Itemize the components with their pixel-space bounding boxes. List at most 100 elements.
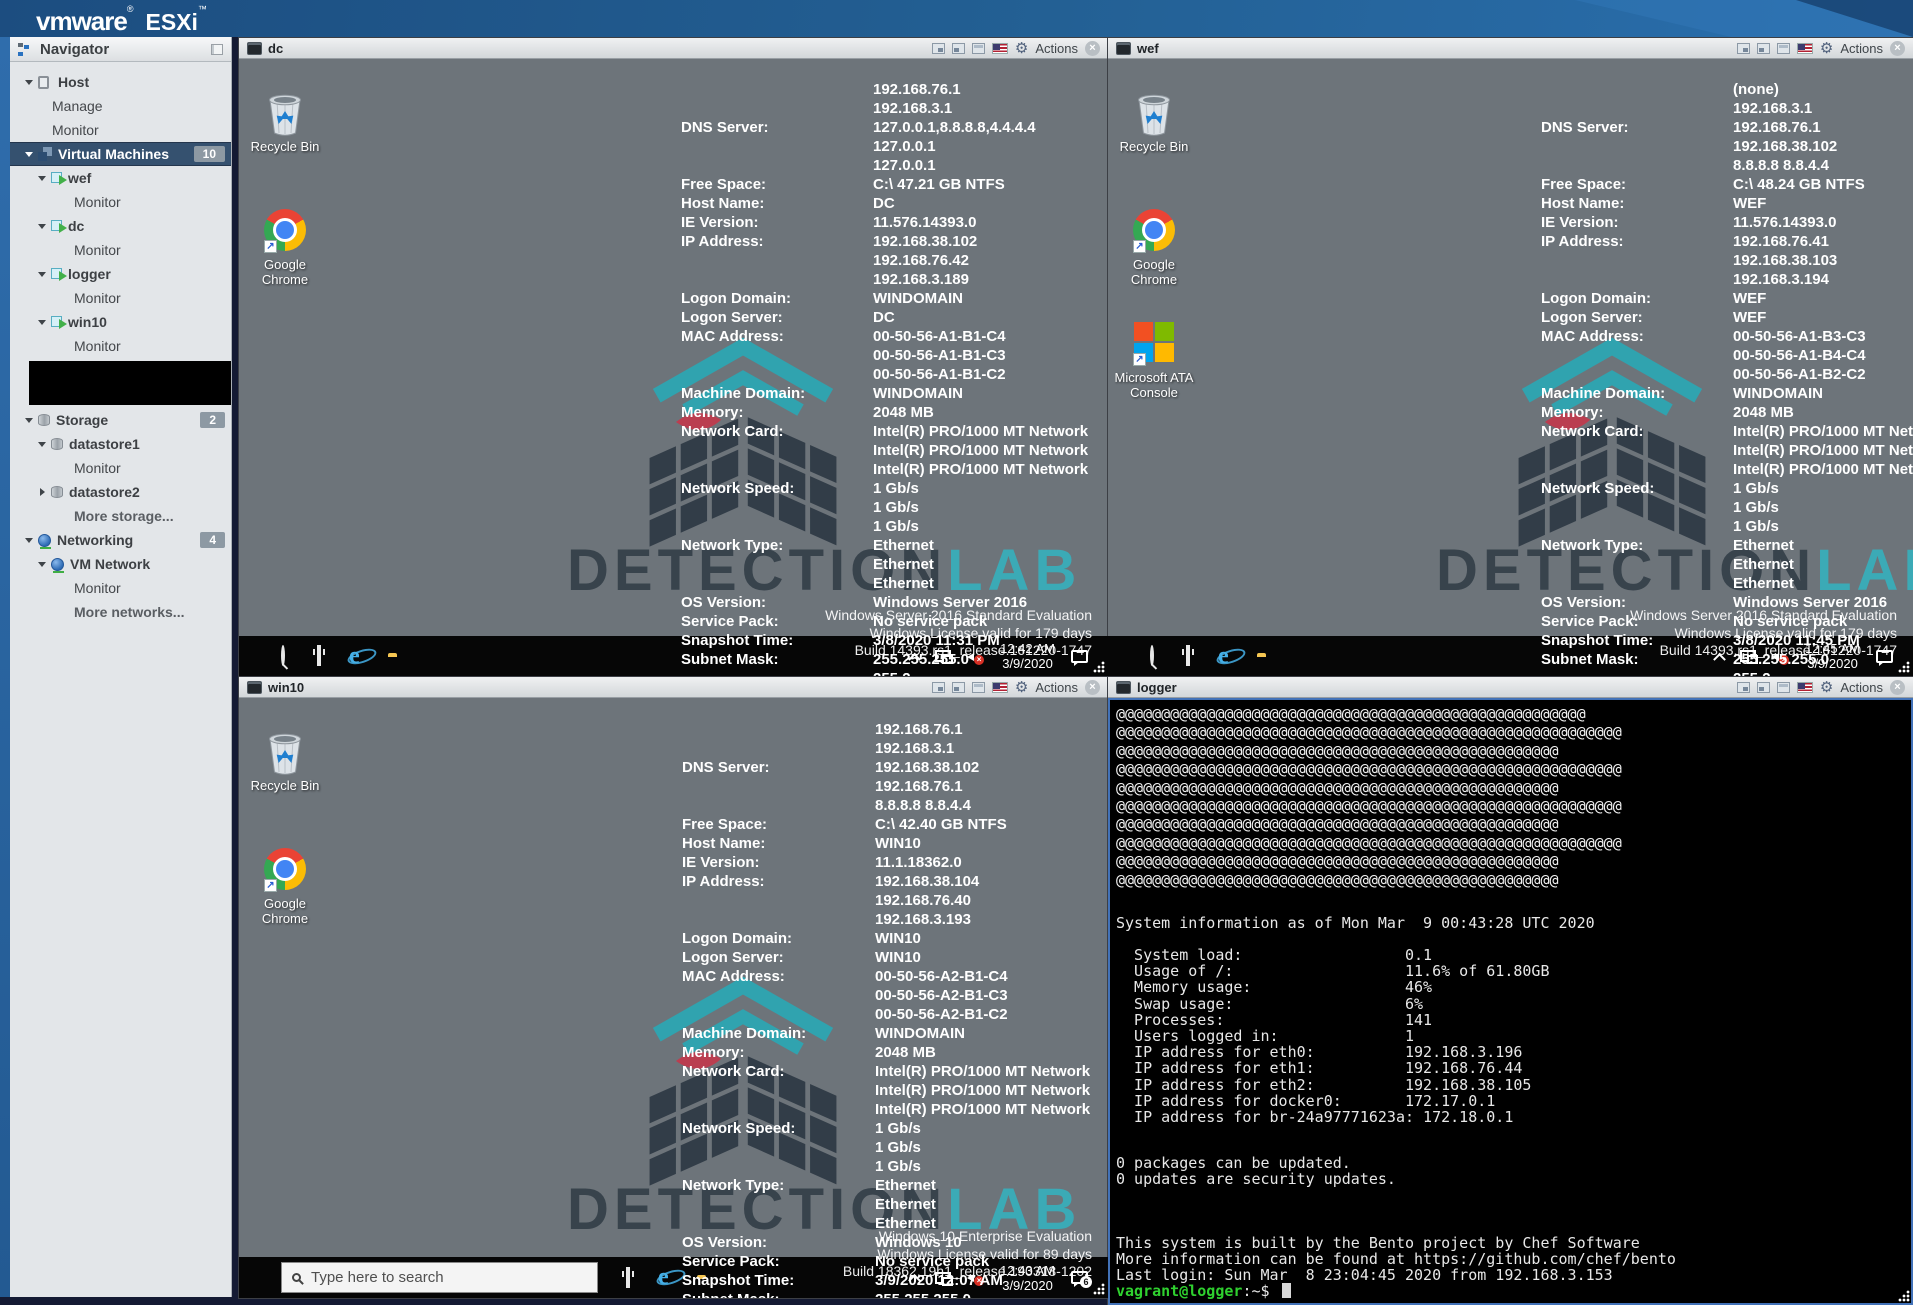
license-line: Windows License valid for 179 days [1630,625,1897,643]
bginfo-value: 255.255.255.0 [875,1291,971,1298]
actions-button[interactable]: Actions [1035,41,1078,56]
sidebar-item-datastore2[interactable]: datastore2 [10,480,231,504]
fullscreen-icon[interactable] [972,682,985,693]
bginfo-line: Memory:2048 MB [239,1044,1108,1063]
actions-button[interactable]: Actions [1840,680,1883,695]
sidebar-item-manage[interactable]: Manage [10,94,231,118]
sidebar-item-more-storage[interactable]: More storage... [10,504,231,528]
fullscreen-icon[interactable] [1777,43,1790,54]
expand-arrow[interactable] [37,224,47,229]
window-titlebar[interactable]: wef ⚙ Actions × [1108,38,1913,59]
resize-grip[interactable] [1093,661,1105,673]
bginfo-value: WIN10 [875,949,921,966]
console-viewport-win10[interactable]: DETECTIONLABRecycle Bin↗GoogleChrome192.… [239,698,1108,1298]
bginfo-label: Machine Domain: [682,1025,806,1042]
expand-arrow[interactable] [24,418,34,423]
sidebar-item-storage[interactable]: Storage2 [10,408,231,432]
keyboard-layout-flag-icon[interactable] [1797,682,1813,693]
window-titlebar[interactable]: win10 ⚙ Actions × [239,677,1108,698]
sidebar-item-monitor[interactable]: Monitor [10,118,231,142]
terminal-viewport-logger[interactable]: @@@@@@@@@@@@@@@@@@@@@@@@@@@@@@@@@@@@@@@@… [1108,698,1913,1305]
sidebar-item-monitor[interactable]: Monitor [10,576,231,600]
sidebar-item-host[interactable]: Host [10,70,231,94]
gear-icon[interactable]: ⚙ [1820,41,1833,56]
sidebar-item-monitor[interactable]: Monitor [10,456,231,480]
expand-arrow[interactable] [37,272,47,277]
sidebar-item-vm-network[interactable]: VM Network [10,552,231,576]
bginfo-value: 11.1.18362.0 [875,854,962,871]
bginfo-value: 2048 MB [873,404,934,421]
gear-icon[interactable]: ⚙ [1820,680,1833,695]
resize-grip[interactable] [1898,661,1910,673]
open-console-icon[interactable] [952,682,965,693]
sidebar-item-dc[interactable]: dc [10,214,231,238]
sidebar-item-monitor[interactable]: Monitor [10,334,231,358]
license-overlay: Windows Server 2016 Standard EvaluationW… [1630,607,1897,660]
close-icon[interactable]: × [1085,41,1100,56]
bginfo-line: IP Address:192.168.76.41 [1108,233,1913,252]
open-console-icon[interactable] [1757,43,1770,54]
close-icon[interactable]: × [1085,680,1100,695]
bginfo-label: IE Version: [682,854,760,871]
open-console-icon[interactable] [952,43,965,54]
expand-arrow[interactable] [37,176,47,181]
bginfo-value: 00-50-56-A2-B1-C4 [875,968,1008,985]
window-titlebar[interactable]: logger ⚙ Actions × [1108,677,1913,698]
expand-arrow[interactable] [37,442,47,447]
bginfo-line: Ethernet [239,556,1108,575]
window-titlebar[interactable]: dc ⚙ Actions × [239,38,1108,59]
close-icon[interactable]: × [1890,680,1905,695]
popout-window-icon[interactable] [932,43,945,54]
bginfo-value: Intel(R) PRO/1000 MT Network [875,1082,1090,1099]
sidebar-item-wef[interactable]: wef [10,166,231,190]
gear-icon[interactable]: ⚙ [1015,680,1028,695]
bginfo-label: MAC Address: [682,968,785,985]
expand-arrow[interactable] [37,320,47,325]
fullscreen-icon[interactable] [1777,682,1790,693]
sidebar-item-networking[interactable]: Networking4 [10,528,231,552]
keyboard-layout-flag-icon[interactable] [1797,43,1813,54]
expand-arrow[interactable] [24,152,34,157]
keyboard-layout-flag-icon[interactable] [992,43,1008,54]
bginfo-label: IE Version: [681,214,759,231]
sidebar-item-monitor[interactable]: Monitor [10,286,231,310]
actions-button[interactable]: Actions [1840,41,1883,56]
sidebar-item-monitor[interactable]: Monitor [10,190,231,214]
sidebar-item-monitor[interactable]: Monitor [10,238,231,262]
bginfo-value: 1 Gb/s [873,499,919,516]
expand-arrow[interactable] [37,562,47,567]
collapse-panel-icon[interactable] [211,44,223,55]
bginfo-label: MAC Address: [681,328,784,345]
bginfo-value: 2048 MB [1733,404,1794,421]
console-viewport-wef[interactable]: DETECTIONLABRecycle Bin↗GoogleChrome↗Mic… [1108,59,1913,676]
terminal-prompt: vagrant@logger:~$ [1116,1283,1291,1299]
popout-window-icon[interactable] [1737,43,1750,54]
license-overlay: Windows Server 2016 Standard EvaluationW… [825,607,1092,660]
fullscreen-icon[interactable] [972,43,985,54]
resize-grip[interactable] [1093,1283,1105,1295]
sidebar-item-logger[interactable]: logger [10,262,231,286]
expand-arrow[interactable] [37,488,47,496]
sidebar-item-more-networks[interactable]: More networks... [10,600,231,624]
navigator-tree-icon [18,43,33,56]
bginfo-label: OS Version: [682,1234,767,1251]
actions-button[interactable]: Actions [1035,680,1078,695]
bginfo-line: Ethernet [239,575,1108,594]
console-viewport-dc[interactable]: DETECTIONLABRecycle Bin↗GoogleChrome192.… [239,59,1108,676]
gear-icon[interactable]: ⚙ [1015,41,1028,56]
bginfo-label: Machine Domain: [681,385,805,402]
sidebar-item-virtual-machines[interactable]: Virtual Machines10 [10,142,231,166]
expand-arrow[interactable] [24,538,34,543]
sidebar-item-datastore1[interactable]: datastore1 [10,432,231,456]
popout-window-icon[interactable] [932,682,945,693]
resize-grip[interactable] [1898,1290,1910,1302]
bginfo-value: 00-50-56-A1-B1-C2 [873,366,1006,383]
expand-arrow[interactable] [24,80,34,85]
popout-window-icon[interactable] [1737,682,1750,693]
open-console-icon[interactable] [1757,682,1770,693]
bginfo-value: Ethernet [1733,575,1794,592]
keyboard-layout-flag-icon[interactable] [992,682,1008,693]
bginfo-line: Free Space:C:\ 48.24 GB NTFS [1108,176,1913,195]
sidebar-item-win10[interactable]: win10 [10,310,231,334]
close-icon[interactable]: × [1890,41,1905,56]
